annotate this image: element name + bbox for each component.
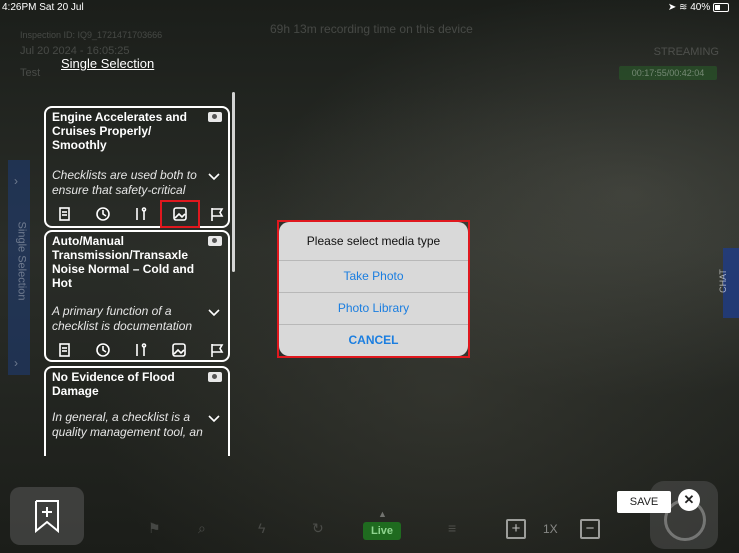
card-toolbar xyxy=(50,200,228,228)
close-icon[interactable]: ✕ xyxy=(678,489,700,511)
document-icon[interactable] xyxy=(54,204,76,224)
inspection-id: Inspection ID: IQ9_1721471703666 xyxy=(20,30,163,40)
bookmark-plus-icon xyxy=(35,500,59,533)
chevron-down-icon[interactable] xyxy=(208,412,220,424)
location-icon: ➤ xyxy=(667,2,677,13)
save-button[interactable]: SAVE xyxy=(617,491,671,513)
status-bar: 4:26PM Sat 20 Jul ➤ ≋ 40% xyxy=(0,0,739,16)
zoom-in-button[interactable]: + xyxy=(506,519,526,539)
card-toolbar xyxy=(50,340,226,362)
status-icons: ➤ ≋ 40% xyxy=(668,2,729,13)
flag-icon[interactable] xyxy=(206,204,228,224)
settings-sliders-icon[interactable]: ≡ xyxy=(448,520,456,536)
photo-library-button[interactable]: Photo Library xyxy=(279,293,468,325)
document-icon[interactable] xyxy=(54,340,76,360)
camera-icon[interactable] xyxy=(208,112,222,122)
side-tab-label: Single Selection xyxy=(15,221,28,301)
chevron-down-icon[interactable] xyxy=(208,306,220,318)
status-time-date: 4:26PM Sat 20 Jul xyxy=(2,2,84,13)
chevron-right-icon: › xyxy=(14,356,18,370)
streaming-label: STREAMING xyxy=(653,46,719,58)
live-badge[interactable]: Live xyxy=(363,522,401,540)
recording-time-text: 69h 13m recording time on this device xyxy=(270,22,473,36)
test-label: Test xyxy=(20,67,41,79)
dialog-title: Please select media type xyxy=(279,222,468,261)
zoom-level: 1X xyxy=(543,522,558,536)
bookmark-add-button[interactable] xyxy=(10,487,84,545)
single-selection-link[interactable]: Single Selection xyxy=(61,56,154,71)
card-title: Engine Accelerates and Cruises Properly/… xyxy=(52,110,187,152)
take-photo-button[interactable]: Take Photo xyxy=(279,261,468,293)
checklist-card-flood[interactable]: No Evidence of Flood Damage In general, … xyxy=(44,366,230,456)
single-selection-side-tab[interactable]: › Single Selection › xyxy=(8,160,30,375)
flag-icon[interactable]: ⚑ xyxy=(148,520,161,537)
battery-percent: 40% xyxy=(690,2,711,13)
camera-icon[interactable] xyxy=(208,236,222,246)
camera-icon[interactable] xyxy=(208,372,222,382)
stream-timer: 00:17:55/00:42:04 xyxy=(619,66,717,80)
card-description: Checklists are used both to ensure that … xyxy=(52,168,197,197)
battery-icon xyxy=(713,2,729,12)
wifi-icon: ≋ xyxy=(679,2,688,13)
checklist-card-engine[interactable]: Engine Accelerates and Cruises Properly/… xyxy=(44,106,230,228)
media-type-dialog: Please select media type Take Photo Phot… xyxy=(279,222,468,356)
rotate-icon[interactable]: ↻ xyxy=(312,520,324,537)
card-title: Auto/Manual Transmission/Transaxle Noise… xyxy=(52,234,195,290)
image-icon[interactable] xyxy=(168,340,190,360)
checklist-card-transmission[interactable]: Auto/Manual Transmission/Transaxle Noise… xyxy=(44,230,230,362)
card-description: In general, a checklist is a quality man… xyxy=(52,410,203,439)
search-icon[interactable]: ⌕ xyxy=(198,520,206,537)
flag-icon[interactable] xyxy=(206,340,228,360)
flash-off-icon[interactable]: ϟ xyxy=(258,520,265,536)
card-title: No Evidence of Flood Damage xyxy=(52,370,175,398)
chevron-right-icon: › xyxy=(14,174,18,188)
history-icon[interactable] xyxy=(92,204,114,224)
zoom-out-button[interactable]: − xyxy=(580,519,600,539)
image-icon[interactable] xyxy=(160,200,200,228)
checklist-scrollbar[interactable] xyxy=(232,92,235,272)
card-description: A primary function of a checklist is doc… xyxy=(52,304,193,333)
chat-tab-label: CHAT xyxy=(717,269,728,293)
chat-side-tab[interactable]: CHAT xyxy=(718,248,739,318)
tools-icon[interactable] xyxy=(130,340,152,360)
cancel-button[interactable]: CANCEL xyxy=(279,325,468,356)
history-icon[interactable] xyxy=(92,340,114,360)
tools-icon[interactable] xyxy=(130,204,152,224)
caret-up-icon[interactable]: ▲ xyxy=(378,509,387,519)
chevron-down-icon[interactable] xyxy=(208,170,220,182)
